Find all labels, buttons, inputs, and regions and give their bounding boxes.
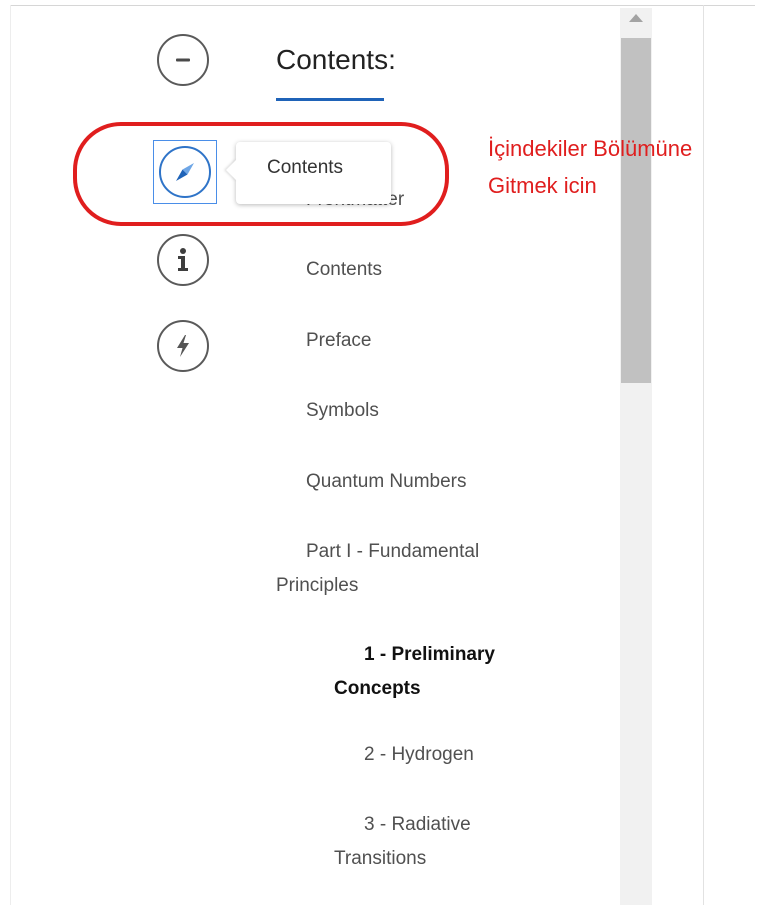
toc-item-chapter-1[interactable]: 1 - Preliminary Concepts	[334, 638, 534, 706]
toc-item-chapter-2[interactable]: 2 - Hydrogen	[334, 738, 574, 772]
toc-item-part-1[interactable]: Part I - Fundamental Principles	[276, 535, 536, 603]
scrollbar-thumb[interactable]	[621, 38, 651, 383]
contents-button-focus[interactable]	[153, 140, 217, 204]
toc-item-preface[interactable]: Preface	[276, 324, 576, 358]
collapse-button[interactable]	[157, 34, 209, 86]
annotation-line-2: Gitmek icin	[488, 173, 597, 198]
compass-icon	[176, 163, 194, 181]
toc-item-symbols[interactable]: Symbols	[276, 394, 576, 428]
tooltip-arrow	[226, 159, 237, 181]
top-divider	[10, 5, 755, 6]
toc-item-contents[interactable]: Contents	[276, 253, 576, 287]
reader-page: Contents: Frontmatter Contents Preface S…	[0, 0, 761, 905]
annotation-line-1: İçindekiler Bölümüne	[488, 136, 693, 161]
scroll-up-arrow-icon[interactable]	[629, 14, 643, 22]
tooltip-label: Contents	[267, 157, 344, 178]
info-button[interactable]	[157, 234, 209, 286]
info-icon	[178, 248, 188, 271]
contents-heading: Contents:	[276, 44, 396, 75]
toc-item-chapter-3[interactable]: 3 - Radiative Transitions	[334, 808, 504, 876]
quick-access-button[interactable]	[157, 320, 209, 372]
contents-button[interactable]	[159, 146, 211, 198]
contents-heading-underline	[276, 98, 384, 101]
minus-icon	[176, 58, 190, 62]
lightning-icon	[177, 335, 189, 357]
annotation-text: İçindekiler Bölümüne Gitmek icin	[488, 130, 761, 204]
left-divider	[10, 5, 11, 905]
contents-tooltip: Contents	[226, 142, 391, 204]
toc-item-quantum-numbers[interactable]: Quantum Numbers	[276, 465, 576, 499]
